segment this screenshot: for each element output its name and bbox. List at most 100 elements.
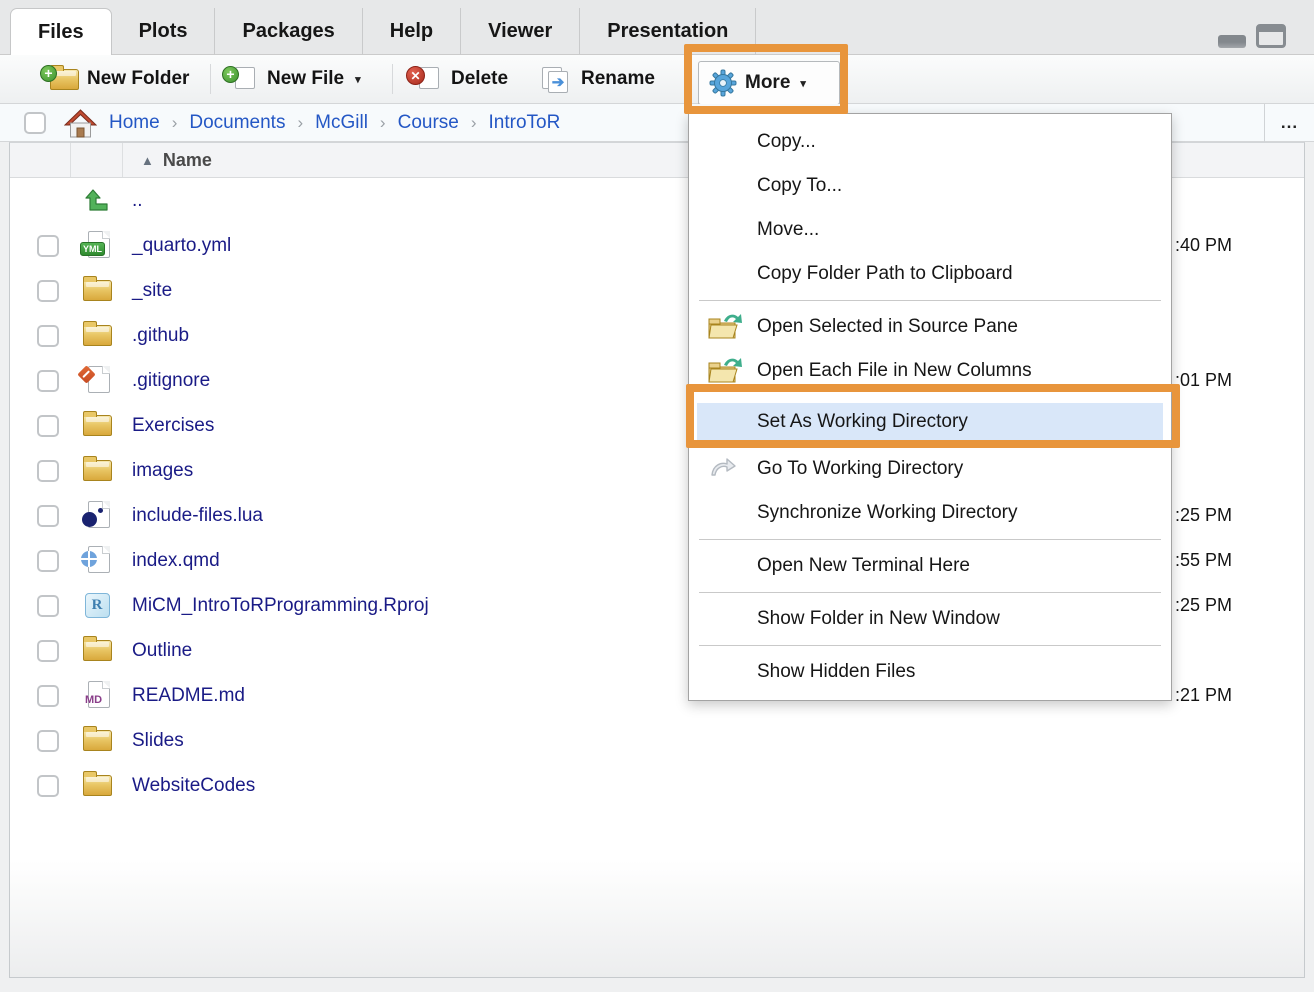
tab-plots[interactable]: Plots xyxy=(112,8,216,55)
delete-button[interactable]: ✕ Delete xyxy=(408,55,508,103)
menu-item-label: Move... xyxy=(757,219,819,240)
tab-help[interactable]: Help xyxy=(363,8,461,55)
menu-item-open-selected-source-pane[interactable]: Open Selected in Source Pane xyxy=(689,305,1171,349)
file-link[interactable]: WebsiteCodes xyxy=(132,775,255,797)
breadcrumb-mcgill[interactable]: McGill xyxy=(315,112,368,134)
tab-label: Help xyxy=(390,20,433,43)
menu-item-synchronize-working-directory[interactable]: Synchronize Working Directory xyxy=(689,491,1171,535)
row-checkbox[interactable] xyxy=(37,460,59,482)
up-level-icon xyxy=(84,188,110,214)
rename-label: Rename xyxy=(581,68,655,90)
file-link[interactable]: MiCM_IntroToRProgramming.Rproj xyxy=(132,595,429,617)
file-link[interactable]: _quarto.yml xyxy=(132,235,231,257)
tab-files[interactable]: Files xyxy=(10,8,112,55)
table-row[interactable]: WebsiteCodes xyxy=(10,763,1304,808)
new-folder-button[interactable]: + New Folder xyxy=(42,55,189,103)
menu-item-copy-to[interactable]: Copy To... xyxy=(689,164,1171,208)
modified-time-fragment: :25 PM xyxy=(1175,493,1232,538)
menu-item-label: Open New Terminal Here xyxy=(757,555,970,576)
folder-icon xyxy=(83,280,112,301)
toolbar-separator xyxy=(392,64,393,94)
row-checkbox[interactable] xyxy=(37,595,59,617)
file-link[interactable]: .gitignore xyxy=(132,370,210,392)
row-checkbox[interactable] xyxy=(37,325,59,347)
modified-time-fragment: :25 PM xyxy=(1175,583,1232,628)
file-link[interactable]: index.qmd xyxy=(132,550,220,572)
modified-time-fragment: :21 PM xyxy=(1175,673,1232,718)
file-link[interactable]: _site xyxy=(132,280,172,302)
sort-ascending-icon: ▲ xyxy=(141,153,154,168)
folder-icon xyxy=(83,640,112,661)
header-icon-column xyxy=(71,143,123,177)
new-file-button[interactable]: + New File ▾ xyxy=(224,55,361,103)
menu-item-show-hidden-files[interactable]: Show Hidden Files xyxy=(689,650,1171,694)
menu-item-show-folder-in-new-window[interactable]: Show Folder in New Window xyxy=(689,597,1171,641)
tab-label: Packages xyxy=(242,20,334,43)
new-file-label: New File xyxy=(267,68,344,90)
breadcrumb-documents[interactable]: Documents xyxy=(189,112,285,134)
menu-item-copy[interactable]: Copy... xyxy=(689,120,1171,164)
menu-item-label: Synchronize Working Directory xyxy=(757,502,1017,523)
menu-separator xyxy=(699,592,1161,593)
folder-icon xyxy=(83,415,112,436)
tab-presentation[interactable]: Presentation xyxy=(580,8,756,55)
menu-item-label: Copy To... xyxy=(757,175,842,196)
breadcrumb-introtor[interactable]: IntroToR xyxy=(489,112,561,134)
more-label: More xyxy=(745,72,790,94)
row-checkbox[interactable] xyxy=(37,235,59,257)
tab-label: Plots xyxy=(139,20,188,43)
row-checkbox[interactable] xyxy=(37,775,59,797)
delete-label: Delete xyxy=(451,68,508,90)
home-icon[interactable] xyxy=(64,108,97,139)
menu-item-open-each-new-columns[interactable]: Open Each File in New Columns xyxy=(689,349,1171,393)
file-link[interactable]: Slides xyxy=(132,730,184,752)
menu-item-copy-folder-path[interactable]: Copy Folder Path to Clipboard xyxy=(689,252,1171,296)
breadcrumb-course[interactable]: Course xyxy=(398,112,459,134)
file-link[interactable]: include-files.lua xyxy=(132,505,263,527)
file-link[interactable]: .. xyxy=(132,190,143,212)
tab-label: Viewer xyxy=(488,20,552,43)
tab-viewer[interactable]: Viewer xyxy=(461,8,580,55)
table-row[interactable]: Slides xyxy=(10,718,1304,763)
menu-item-set-as-working-directory[interactable]: Set As Working Directory xyxy=(697,403,1163,441)
name-column-label: Name xyxy=(163,150,212,171)
file-link[interactable]: Outline xyxy=(132,640,192,662)
file-link[interactable]: images xyxy=(132,460,193,482)
breadcrumb-overflow-button[interactable]: ... xyxy=(1264,104,1314,142)
chevron-down-icon: ▾ xyxy=(355,73,361,86)
menu-item-label: Set As Working Directory xyxy=(757,411,968,432)
header-checkbox-column xyxy=(10,143,71,177)
gear-icon xyxy=(709,69,737,97)
maximize-icon[interactable] xyxy=(1256,24,1286,48)
row-checkbox[interactable] xyxy=(37,505,59,527)
folder-icon xyxy=(83,460,112,481)
menu-separator xyxy=(699,539,1161,540)
go-arrow-icon xyxy=(707,454,747,484)
row-checkbox[interactable] xyxy=(37,280,59,302)
row-checkbox[interactable] xyxy=(37,415,59,437)
row-checkbox[interactable] xyxy=(37,685,59,707)
row-checkbox[interactable] xyxy=(37,550,59,572)
more-button[interactable]: More ▾ xyxy=(698,61,840,105)
file-link[interactable]: README.md xyxy=(132,685,245,707)
breadcrumb-home[interactable]: Home xyxy=(109,112,160,134)
breadcrumb-separator: › xyxy=(297,113,303,133)
rename-icon: ➔ xyxy=(540,65,572,93)
file-link[interactable]: .github xyxy=(132,325,189,347)
menu-item-open-new-terminal-here[interactable]: Open New Terminal Here xyxy=(689,544,1171,588)
row-checkbox[interactable] xyxy=(37,370,59,392)
menu-separator xyxy=(699,300,1161,301)
rename-button[interactable]: ➔ Rename xyxy=(540,55,655,103)
menu-item-go-to-working-directory[interactable]: Go To Working Directory xyxy=(689,447,1171,491)
chevron-down-icon: ▾ xyxy=(800,77,806,90)
file-link[interactable]: Exercises xyxy=(132,415,214,437)
gitignore-file-icon xyxy=(84,366,110,395)
select-all-checkbox[interactable] xyxy=(24,112,46,134)
row-checkbox[interactable] xyxy=(37,640,59,662)
minimize-icon[interactable] xyxy=(1218,35,1246,48)
row-checkbox[interactable] xyxy=(37,730,59,752)
menu-item-move[interactable]: Move... xyxy=(689,208,1171,252)
menu-separator xyxy=(699,645,1161,646)
open-folder-arrow-icon xyxy=(707,356,747,386)
tab-packages[interactable]: Packages xyxy=(215,8,362,55)
